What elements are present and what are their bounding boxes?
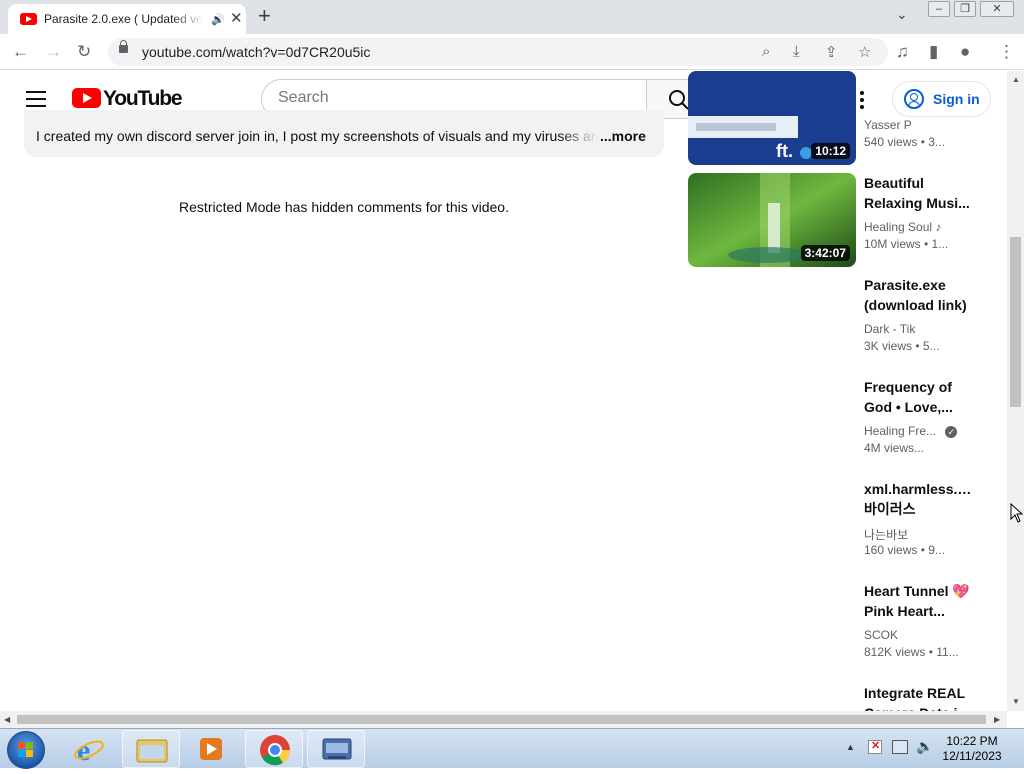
youtube-favicon-icon (20, 13, 37, 25)
video-meta: 540 views • 3... (864, 135, 945, 149)
channel-name[interactable]: SCOK (864, 628, 974, 642)
scroll-up-arrow-icon[interactable]: ▲ (1012, 75, 1020, 84)
taskbar-internet-explorer[interactable]: e (60, 730, 118, 768)
related-video-item[interactable]: Frequency of God • Love,... Healing Fre.… (688, 377, 978, 477)
channel-name[interactable]: 나는바보 (864, 526, 974, 543)
related-video-item[interactable]: Heart Tunnel 💖 Pink Heart... SCOK 812K v… (688, 581, 978, 681)
video-title[interactable]: Frequency of God • Love,... (864, 377, 974, 417)
folder-icon (136, 739, 168, 763)
music-note-icon: ♪ (935, 220, 942, 234)
channel-name[interactable]: Yasser P (864, 118, 974, 132)
related-video-item[interactable]: xml.harmless.exe 바이러스 나는바보 160 views • 9… (688, 479, 978, 579)
install-app-icon[interactable]: ⤓ (793, 43, 800, 60)
video-thumbnail[interactable]: ft. 10:12 (688, 71, 856, 165)
taskbar-file-explorer[interactable] (122, 730, 180, 768)
back-arrow-icon[interactable]: ← (12, 42, 29, 62)
related-video-item[interactable]: ft. 10:12 Yasser P 540 views • 3... (688, 71, 978, 165)
tab-close-icon[interactable]: ✕ (230, 9, 243, 27)
related-video-item[interactable]: Integrate REAL Camera Data i... (688, 683, 978, 711)
browser-tab-strip: Parasite 2.0.exe ( Updated version ) 🔊 ✕… (0, 0, 1024, 34)
start-button[interactable] (7, 731, 45, 769)
video-meta: 4M views... (864, 441, 925, 455)
windows-logo-icon (18, 742, 34, 758)
restricted-mode-notice: Restricted Mode has hidden comments for … (179, 199, 509, 215)
description-text: I created my own discord server join in,… (36, 128, 598, 144)
new-tab-button[interactable]: + (258, 3, 271, 29)
video-thumbnail[interactable]: 3:42:07 (688, 173, 856, 267)
video-meta: 3K views • 5... (864, 339, 940, 353)
youtube-logo-text[interactable]: YouTube (103, 87, 183, 111)
media-player-icon (200, 738, 222, 760)
browser-tab[interactable]: Parasite 2.0.exe ( Updated version ) 🔊 ✕ (8, 4, 246, 34)
audio-playing-icon[interactable]: 🔊 (211, 13, 225, 26)
video-meta: 812K views • 11... (864, 645, 959, 659)
forward-arrow-icon[interactable]: → (45, 42, 62, 62)
svg-text:ft.: ft. (776, 141, 793, 161)
scroll-right-arrow-icon[interactable]: ▶ (994, 715, 1000, 724)
tab-title: Parasite 2.0.exe ( Updated version ) (44, 12, 204, 26)
search-lens-icon[interactable]: ⌕ (762, 43, 770, 60)
taskbar-chrome[interactable] (245, 730, 303, 768)
related-video-item[interactable]: Parasite.exe (download link) Dark - Tik … (688, 275, 978, 375)
search-input[interactable] (278, 89, 628, 107)
close-window-button[interactable]: ✕ (980, 1, 1014, 17)
video-meta: 160 views • 9... (864, 543, 945, 557)
video-title[interactable]: xml.harmless.exe 바이러스 (864, 479, 974, 519)
video-meta: 10M views • 1... (864, 237, 949, 251)
video-duration: 10:12 (811, 143, 850, 159)
internet-explorer-icon: e (74, 734, 104, 767)
guide-menu-icon[interactable] (26, 91, 46, 107)
video-description-box[interactable]: I created my own discord server join in,… (24, 110, 664, 157)
address-bar[interactable]: youtube.com/watch?v=0d7CR20u5ic ⌕ ⤓ ⇪ ☆ (108, 38, 888, 66)
lock-icon[interactable] (119, 40, 128, 53)
channel-name[interactable]: Healing Soul ♪ (864, 220, 974, 234)
profile-avatar-icon[interactable]: ● (960, 42, 970, 62)
bookmark-star-icon[interactable]: ☆ (858, 43, 871, 61)
network-icon[interactable] (892, 740, 908, 754)
youtube-logo-icon[interactable] (72, 88, 101, 108)
show-hidden-icons-arrow-icon[interactable]: ▲ (846, 742, 855, 752)
clock-date: 12/11/2023 (942, 749, 1002, 763)
browser-toolbar: ← → ↻ youtube.com/watch?v=0d7CR20u5ic ⌕ … (0, 34, 1024, 70)
action-center-flag-icon[interactable]: ✕ (868, 740, 882, 754)
video-title[interactable]: Beautiful Relaxing Musi... (864, 173, 974, 213)
mouse-cursor-icon (1010, 503, 1024, 523)
windows-taskbar: e ▲ ✕ 🔈 10:22 PM 12/11/2023 (0, 728, 1024, 769)
video-duration: 3:42:07 (800, 245, 850, 261)
video-title[interactable]: Heart Tunnel 💖 Pink Heart... (864, 581, 974, 621)
tab-search-chevron-icon[interactable]: ⌄ (896, 6, 908, 23)
reload-icon[interactable]: ↻ (77, 42, 91, 62)
scroll-down-arrow-icon[interactable]: ▼ (1012, 697, 1020, 706)
verified-check-icon: ✓ (945, 426, 958, 438)
description-more-button[interactable]: ...more (600, 128, 646, 144)
video-title[interactable]: Integrate REAL Camera Data i... (864, 683, 974, 711)
taskbar-clock[interactable]: 10:22 PM 12/11/2023 (927, 734, 1017, 764)
vertical-scrollbar[interactable]: ▲ ▼ (1007, 71, 1024, 711)
channel-name[interactable]: Healing Fre... ✓ (864, 424, 974, 438)
media-control-icon[interactable]: ♫ (896, 42, 909, 62)
chrome-icon (260, 735, 291, 766)
share-icon[interactable]: ⇪ (825, 43, 838, 61)
scroll-left-arrow-icon[interactable]: ◀ (4, 715, 10, 724)
clock-time: 10:22 PM (946, 734, 998, 748)
horizontal-scroll-thumb[interactable] (17, 715, 986, 724)
keyboard-icon (322, 738, 352, 760)
channel-name[interactable]: Dark - Tik (864, 322, 974, 336)
side-panel-icon[interactable]: ▮ (929, 42, 938, 62)
browser-menu-icon[interactable]: ⋮ (998, 42, 1015, 62)
vertical-scroll-thumb[interactable] (1010, 237, 1021, 407)
minimize-button[interactable]: ‒ (928, 1, 950, 17)
address-url[interactable]: youtube.com/watch?v=0d7CR20u5ic (142, 44, 370, 60)
taskbar-media-player[interactable] (183, 730, 241, 768)
taskbar-onscreen-keyboard[interactable] (307, 730, 365, 768)
video-title[interactable]: Parasite.exe (download link) (864, 275, 974, 315)
restore-button[interactable]: ❐ (954, 1, 976, 17)
related-video-item[interactable]: 3:42:07 Beautiful Relaxing Musi... Heali… (688, 173, 978, 273)
horizontal-scrollbar[interactable]: ◀ ▶ (0, 711, 1007, 728)
